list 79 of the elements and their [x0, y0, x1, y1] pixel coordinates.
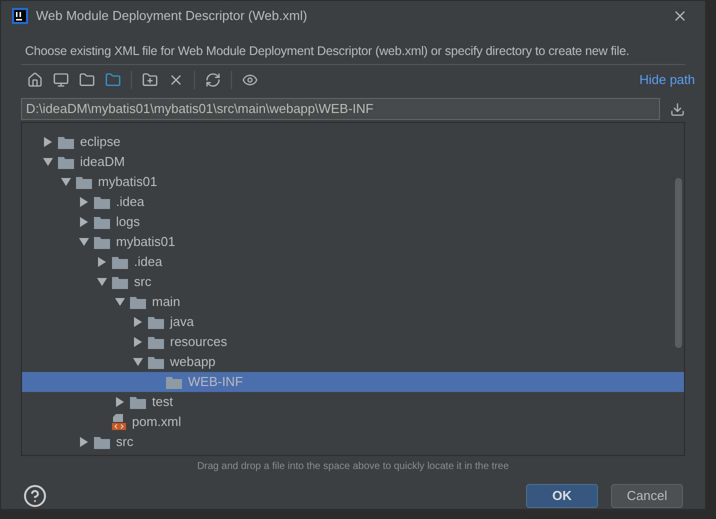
folder-icon[interactable] [105, 72, 121, 88]
folder-icon [166, 376, 182, 388]
download-icon[interactable] [670, 102, 685, 116]
tree-item-label: .idea [134, 253, 162, 272]
monitor-icon[interactable] [53, 72, 69, 88]
help-icon[interactable] [23, 484, 47, 508]
expanded-arrow-icon[interactable] [115, 297, 125, 307]
app-logo-icon [12, 8, 28, 24]
scrollbar-thumb[interactable] [675, 178, 682, 348]
folder-icon [148, 356, 164, 368]
expanded-arrow-icon[interactable] [79, 237, 89, 247]
tree-item[interactable]: src [22, 432, 684, 452]
tree-item-label: ideaDM [80, 153, 125, 172]
hint-text: Drag and drop a file into the space above to quickly locate it in the tree [197, 460, 509, 474]
collapsed-arrow-icon[interactable] [79, 217, 89, 227]
eye-icon[interactable] [242, 72, 258, 88]
tree-item-label: mybatis01 [116, 233, 176, 252]
tree-item-label: mybatis01 [98, 173, 158, 192]
ok-button[interactable]: OK [526, 484, 598, 508]
tree-item-label: java [170, 313, 194, 332]
folder-icon [94, 236, 110, 248]
folder-icon [130, 296, 146, 308]
tree-item-label: .idea [116, 193, 144, 212]
path-field[interactable]: D:\ideaDM\mybatis01\mybatis01\src\main\webapp\WEB-INF [21, 98, 660, 120]
hide-path-link[interactable]: Hide path [639, 70, 695, 90]
window-title: Web Module Deployment Descriptor (Web.xml) [36, 7, 308, 26]
collapsed-arrow-icon[interactable] [133, 317, 143, 327]
folder-icon [94, 216, 110, 228]
tree-item[interactable]: test [22, 392, 684, 412]
tree-item-label: webapp [170, 353, 216, 372]
tree-item[interactable]: .idea [22, 192, 684, 212]
tree-item[interactable]: resources [22, 332, 684, 352]
description-text: Choose existing XML file for Web Module Deployment Descriptor (web.xml) or specify directory to create new file. [25, 44, 630, 58]
expanded-arrow-icon[interactable] [97, 277, 107, 287]
folder-icon [94, 436, 110, 448]
tree-item-label: eclipse [80, 133, 120, 152]
tree-item[interactable]: logs [22, 212, 684, 232]
expanded-arrow-icon[interactable] [61, 177, 71, 187]
folder-icon [112, 256, 128, 268]
folder-icon [130, 396, 146, 408]
folder-icon[interactable] [79, 72, 95, 88]
collapsed-arrow-icon[interactable] [79, 197, 89, 207]
home-icon[interactable] [27, 72, 43, 88]
collapsed-arrow-icon[interactable] [43, 137, 53, 147]
expanded-arrow-icon[interactable] [133, 357, 143, 367]
tree-item-label: pom.xml [132, 413, 182, 432]
tree-item[interactable]: eclipse [22, 132, 684, 152]
tree-item[interactable]: src [22, 272, 684, 292]
folder-icon [76, 176, 92, 188]
collapsed-arrow-icon[interactable] [97, 257, 107, 267]
tree-item-label: WEB-INF [188, 373, 243, 392]
tree-item-label: src [116, 433, 134, 452]
folder-icon [94, 196, 110, 208]
tree-item[interactable]: java [22, 312, 684, 332]
folder-icon [148, 316, 164, 328]
tree-item[interactable]: mybatis01 [22, 172, 684, 192]
tree-item[interactable]: pom.xml [22, 412, 684, 432]
xml-file-icon [112, 414, 126, 430]
folder-icon [58, 156, 74, 168]
refresh-icon[interactable] [205, 72, 221, 88]
collapsed-arrow-icon[interactable] [133, 337, 143, 347]
tree-item[interactable]: ideaDM [22, 152, 684, 172]
cancel-button[interactable]: Cancel [611, 484, 683, 508]
collapsed-arrow-icon[interactable] [79, 437, 89, 447]
tree-item[interactable]: .idea [22, 252, 684, 272]
new-folder-icon[interactable] [142, 72, 158, 88]
tree-item[interactable]: mybatis01 [22, 232, 684, 252]
tree-item-label: logs [116, 213, 140, 232]
tree-item-label: test [152, 393, 173, 412]
tree-item[interactable]: main [22, 292, 684, 312]
tree-item-label: src [134, 273, 152, 292]
folder-icon [148, 336, 164, 348]
folder-icon [58, 136, 74, 148]
collapsed-arrow-icon[interactable] [115, 397, 125, 407]
tree-item-label: main [152, 293, 180, 312]
tree-item[interactable]: webapp [22, 352, 684, 372]
tree-item-label: resources [170, 333, 228, 352]
folder-icon [112, 276, 128, 288]
expanded-arrow-icon[interactable] [43, 157, 53, 167]
